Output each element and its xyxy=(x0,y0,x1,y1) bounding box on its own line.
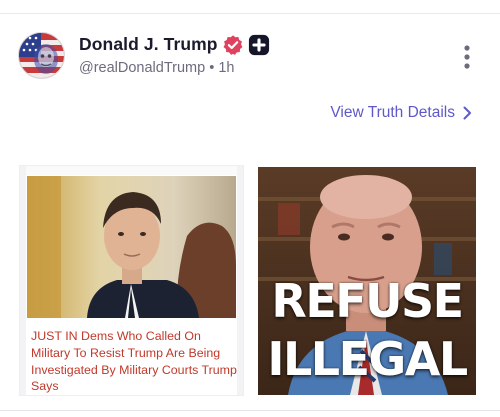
plus-badge-icon xyxy=(248,34,270,56)
overlay-text-line-1: REFUSE xyxy=(271,274,464,328)
article-headline: JUST IN Dems Who Called On Military To R… xyxy=(31,329,237,394)
author-handle[interactable]: @realDonaldTrump xyxy=(79,60,205,76)
view-truth-details-link[interactable]: View Truth Details xyxy=(330,104,473,122)
author-avatar[interactable] xyxy=(18,32,65,79)
post-timestamp[interactable]: 1h xyxy=(218,60,234,76)
top-divider xyxy=(0,13,500,14)
overlay-text-line-2: ILLEGAL xyxy=(267,332,468,386)
avatar-image xyxy=(19,33,64,78)
card-top-bar xyxy=(20,166,243,175)
bottom-divider xyxy=(0,410,500,411)
media-image-thumbnail[interactable]: REFUSE ILLEGAL xyxy=(258,167,476,395)
meta-separator: • xyxy=(209,60,215,76)
verified-badge-icon xyxy=(223,35,243,55)
article-photo xyxy=(27,176,236,318)
media-article-card[interactable]: JUST IN Dems Who Called On Military To R… xyxy=(20,166,243,395)
author-meta: @realDonaldTrump • 1h xyxy=(79,60,234,76)
card-left-edge xyxy=(20,166,26,395)
author-name[interactable]: Donald J. Trump xyxy=(79,34,218,55)
more-options-icon[interactable] xyxy=(459,44,475,70)
chevron-right-icon xyxy=(463,106,471,120)
view-truth-details-label: View Truth Details xyxy=(330,104,455,121)
